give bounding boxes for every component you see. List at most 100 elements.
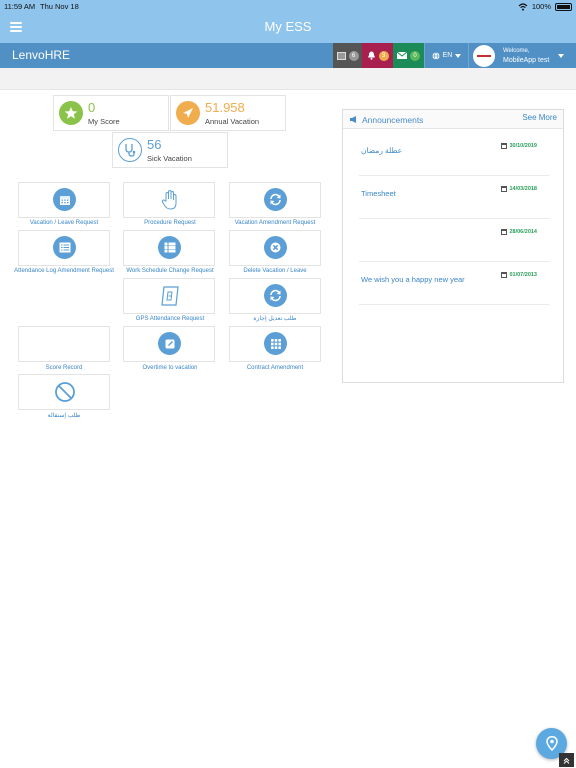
tile-label: Contract Amendment	[246, 365, 304, 371]
tile-score-record[interactable]	[18, 326, 110, 362]
company-logo-icon	[477, 54, 491, 57]
table-icon	[158, 236, 181, 259]
stat-value: 51.958	[205, 100, 245, 115]
scroll-top-button[interactable]	[559, 753, 574, 767]
app-bar: 11:59 AM Thu Nov 18 100% My ESS	[0, 0, 576, 43]
messages-button[interactable]: 6	[333, 43, 362, 68]
tile-label: GPS Attendance Request	[135, 316, 205, 322]
hand-icon	[158, 188, 181, 211]
messages-count: 6	[348, 50, 359, 61]
address-book-icon	[158, 284, 181, 307]
user-name: MobileApp test	[503, 56, 550, 64]
tile-label: Attendance Log Amendment Request	[14, 268, 114, 274]
mail-button[interactable]: 0	[393, 43, 424, 68]
airplane-icon	[176, 101, 200, 125]
close-circle-icon	[264, 236, 287, 259]
stat-value: 56	[147, 137, 162, 152]
status-right: 100%	[518, 2, 572, 11]
tile-work-schedule-change-request[interactable]	[123, 230, 215, 266]
user-menu[interactable]: Welcome, MobileApp test	[468, 43, 576, 68]
stat-sick-vacation[interactable]: 56 Sick Vacation	[112, 132, 228, 168]
tile-label: Vacation Amendment Request	[234, 220, 316, 226]
double-chevron-up-icon	[563, 757, 570, 764]
notifications-count: 3	[378, 50, 389, 61]
refresh-icon	[264, 188, 287, 211]
tile-gps-attendance-request[interactable]	[123, 278, 215, 314]
announcement-text: We wish you a happy new year	[361, 275, 465, 284]
calendar-icon	[501, 143, 508, 149]
list-icon	[53, 236, 76, 259]
tile-overtime-to-vacation[interactable]	[123, 326, 215, 362]
announcement-date: 01/07/2013	[501, 272, 537, 278]
status-date: Thu Nov 18	[40, 2, 79, 11]
tile-delete-vacation-leave[interactable]	[229, 230, 321, 266]
language-label: EN	[442, 52, 453, 59]
grid-icon	[264, 332, 287, 355]
star-icon	[59, 101, 83, 125]
welcome-label: Welcome,	[503, 47, 530, 54]
announcement-item[interactable]: We wish you a happy new year 01/07/2013	[359, 263, 549, 305]
bell-icon	[367, 51, 375, 60]
announcement-item[interactable]: عطلة رمضان 30/10/2019	[359, 134, 549, 176]
stethoscope-icon	[118, 138, 142, 162]
chevron-down-icon	[558, 53, 565, 58]
tile-label: طلب إستقالة	[47, 413, 81, 419]
tile-procedure-request[interactable]	[123, 182, 215, 218]
tile-vacation-amendment-request[interactable]	[229, 182, 321, 218]
tile-label: Overtime to vacation	[142, 365, 198, 371]
brand-name: LenvoHRE	[12, 48, 71, 62]
stat-my-score[interactable]: 0 My Score	[53, 95, 169, 131]
notifications-button[interactable]: 3	[362, 43, 393, 68]
stat-annual-vacation[interactable]: 51.958 Annual Vacation	[170, 95, 286, 131]
battery-percent: 100%	[531, 2, 551, 11]
announcement-date: 14/03/2018	[501, 186, 537, 192]
see-more-link[interactable]: See More	[522, 113, 557, 122]
ban-icon	[53, 380, 76, 403]
announcement-item[interactable]: 28/06/2014	[359, 220, 549, 262]
calendar-icon	[501, 186, 508, 192]
welcome-block: Welcome, MobileApp test	[503, 47, 549, 65]
globe-icon	[432, 51, 440, 60]
tile-label: Vacation / Leave Request	[29, 220, 99, 226]
language-selector[interactable]: EN	[424, 43, 468, 68]
tile-contract-amendment[interactable]	[229, 326, 321, 362]
map-marker-icon	[545, 736, 558, 751]
edit-icon	[158, 332, 181, 355]
status-bar: 11:59 AM Thu Nov 18 100%	[4, 2, 572, 14]
page-title: My ESS	[264, 19, 312, 34]
stat-label: Sick Vacation	[147, 154, 192, 163]
avatar	[473, 44, 495, 67]
stat-label: My Score	[88, 117, 120, 126]
battery-icon	[555, 2, 572, 11]
top-header: LenvoHRE 6 3 0 EN Welcome, MobileApp tes…	[0, 43, 576, 68]
tile-vacation-leave-request[interactable]	[18, 182, 110, 218]
status-time: 11:59 AM	[4, 2, 36, 11]
tile-label: Procedure Request	[144, 220, 196, 226]
tile-label: Work Schedule Change Request	[126, 268, 214, 274]
envelope-icon	[397, 52, 407, 59]
mail-count: 0	[410, 50, 420, 61]
tile-vacation-amendment-ar[interactable]	[229, 278, 321, 314]
calendar-icon	[53, 188, 76, 211]
announcements-header: Announcements See More	[343, 110, 563, 129]
stat-label: Annual Vacation	[205, 117, 260, 126]
announcement-date: 28/06/2014	[501, 229, 537, 235]
tile-label: Score Record	[45, 365, 83, 371]
announcement-date: 30/10/2019	[501, 143, 537, 149]
list-icon	[336, 51, 346, 60]
sub-toolbar	[0, 68, 576, 90]
refresh-icon	[264, 284, 287, 307]
announcement-text: عطلة رمضان	[361, 146, 403, 155]
stat-value: 0	[88, 100, 96, 115]
calendar-icon	[501, 229, 508, 235]
wifi-icon	[518, 2, 528, 11]
tile-label: طلب تعديل إجازة	[253, 316, 297, 322]
chevron-down-icon	[455, 53, 462, 58]
tile-attendance-log-amendment-request[interactable]	[18, 230, 110, 266]
tile-label: Delete Vacation / Leave	[243, 268, 307, 274]
announcement-item[interactable]: Timesheet 14/03/2018	[359, 177, 549, 219]
tile-resignation-request[interactable]	[18, 374, 110, 410]
announcements-title: Announcements	[362, 115, 424, 125]
announcements-panel: Announcements See More عطلة رمضان 30/10/…	[342, 109, 564, 383]
calendar-icon	[501, 272, 508, 278]
